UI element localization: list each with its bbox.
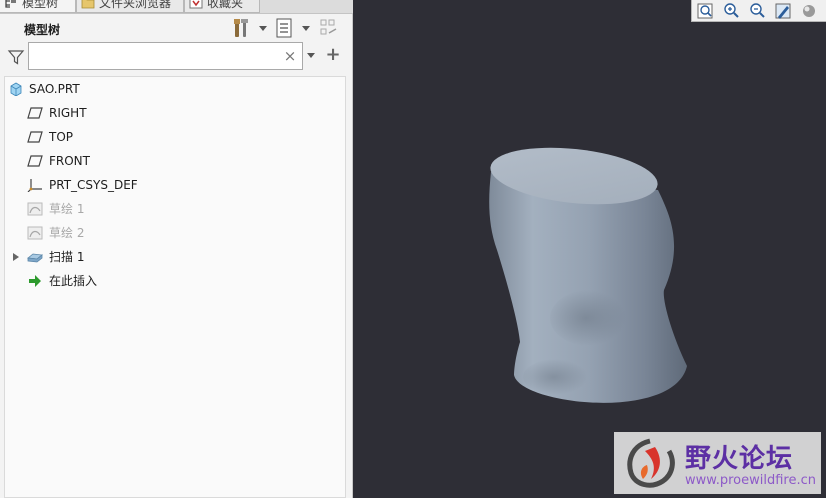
tree-item-label: 草绘 2 xyxy=(49,226,85,240)
sketch-icon xyxy=(27,226,43,240)
zoom-out-button[interactable] xyxy=(748,2,768,20)
datum-plane-icon xyxy=(27,155,43,167)
sweep-icon xyxy=(27,253,43,263)
tab-favorites-label: 收藏夹 xyxy=(207,0,244,10)
tree-item-label: FRONT xyxy=(49,154,90,168)
tree-item-insert-here[interactable]: 在此插入 xyxy=(5,269,345,293)
zoom-out-icon xyxy=(750,3,765,18)
insert-here-arrow-icon xyxy=(29,275,41,287)
chevron-down-icon[interactable] xyxy=(307,53,315,58)
expand-arrow-icon[interactable] xyxy=(13,253,19,261)
part-icon xyxy=(10,82,22,96)
refit-icon xyxy=(697,3,713,19)
coordinate-system-icon xyxy=(27,179,42,192)
tab-folder-browser-label: 文件夹浏览器 xyxy=(99,0,172,10)
tree-item-label: TOP xyxy=(49,130,74,144)
tree-item-right-plane[interactable]: RIGHT xyxy=(5,101,345,125)
zoom-in-button[interactable] xyxy=(722,2,742,20)
panel-title: 模型树 xyxy=(24,23,61,37)
filter-icon[interactable] xyxy=(7,48,25,66)
tree-filter-icon xyxy=(320,19,337,35)
tree-item-sketch-2[interactable]: 草绘 2 xyxy=(5,221,345,245)
tab-model-tree-label: 模型树 xyxy=(22,0,59,10)
tree-item-label: PRT_CSYS_DEF xyxy=(49,178,138,192)
model-tree-icon xyxy=(5,0,16,8)
display-style-button[interactable] xyxy=(800,2,820,20)
chevron-down-icon xyxy=(302,26,310,31)
watermark-title: 野火论坛 xyxy=(685,444,794,474)
tree-settings-button[interactable] xyxy=(231,17,267,39)
close-icon[interactable]: × xyxy=(283,48,297,64)
tree-display-button[interactable] xyxy=(274,17,310,39)
sketch-icon xyxy=(27,202,43,216)
view-toolbar xyxy=(691,0,826,22)
tree-item-top-plane[interactable]: TOP xyxy=(5,125,345,149)
tab-folder-browser[interactable]: 文件夹浏览器 xyxy=(76,0,184,13)
add-icon[interactable]: + xyxy=(325,46,341,64)
model-tree-panel: 模型树 文件夹浏览器 收藏夹 模型树 × + SAO.PRT RIGHT TOP… xyxy=(0,0,353,498)
tree-filter-button[interactable] xyxy=(318,17,342,39)
watermark-url: www.proewildfire.cn xyxy=(685,473,816,488)
zoom-in-icon xyxy=(724,3,739,18)
datum-plane-icon xyxy=(27,107,43,119)
model-tree: SAO.PRT RIGHT TOP FRONT PRT_CSYS_DEF 草绘 … xyxy=(4,76,346,498)
tab-model-tree[interactable]: 模型树 xyxy=(0,0,76,13)
tree-item-label: SAO.PRT xyxy=(29,82,80,96)
folder-icon xyxy=(81,0,95,9)
refit-button[interactable] xyxy=(696,2,716,20)
chevron-down-icon xyxy=(259,26,267,31)
tree-item-csys[interactable]: PRT_CSYS_DEF xyxy=(5,173,345,197)
navigator-tabs: 模型树 文件夹浏览器 收藏夹 xyxy=(0,0,353,14)
tree-item-label: 扫描 1 xyxy=(49,250,85,264)
search-box: × xyxy=(28,42,303,70)
settings-tools-icon xyxy=(234,19,248,37)
repaint-button[interactable] xyxy=(774,2,794,20)
graphics-window[interactable] xyxy=(354,0,826,498)
tree-item-label: 草绘 1 xyxy=(49,202,85,216)
tree-display-icon xyxy=(276,18,292,38)
watermark: 野火论坛 www.proewildfire.cn xyxy=(614,432,821,494)
flame-logo-icon xyxy=(627,438,675,488)
favorites-icon xyxy=(189,0,203,9)
repaint-icon xyxy=(775,3,791,19)
tree-item-sketch-1[interactable]: 草绘 1 xyxy=(5,197,345,221)
datum-plane-icon xyxy=(27,131,43,143)
sweep-model[interactable] xyxy=(354,0,826,498)
tree-item-front-plane[interactable]: FRONT xyxy=(5,149,345,173)
search-input[interactable] xyxy=(33,47,278,65)
tree-item-sweep-1[interactable]: 扫描 1 xyxy=(5,245,345,269)
tree-item-label: RIGHT xyxy=(49,106,87,120)
display-style-icon xyxy=(803,5,815,17)
tab-favorites[interactable]: 收藏夹 xyxy=(184,0,260,13)
search-row: × + xyxy=(0,42,353,72)
tree-item-label: 在此插入 xyxy=(49,274,98,288)
panel-header: 模型树 xyxy=(0,14,353,42)
tree-item-part[interactable]: SAO.PRT xyxy=(5,77,345,101)
